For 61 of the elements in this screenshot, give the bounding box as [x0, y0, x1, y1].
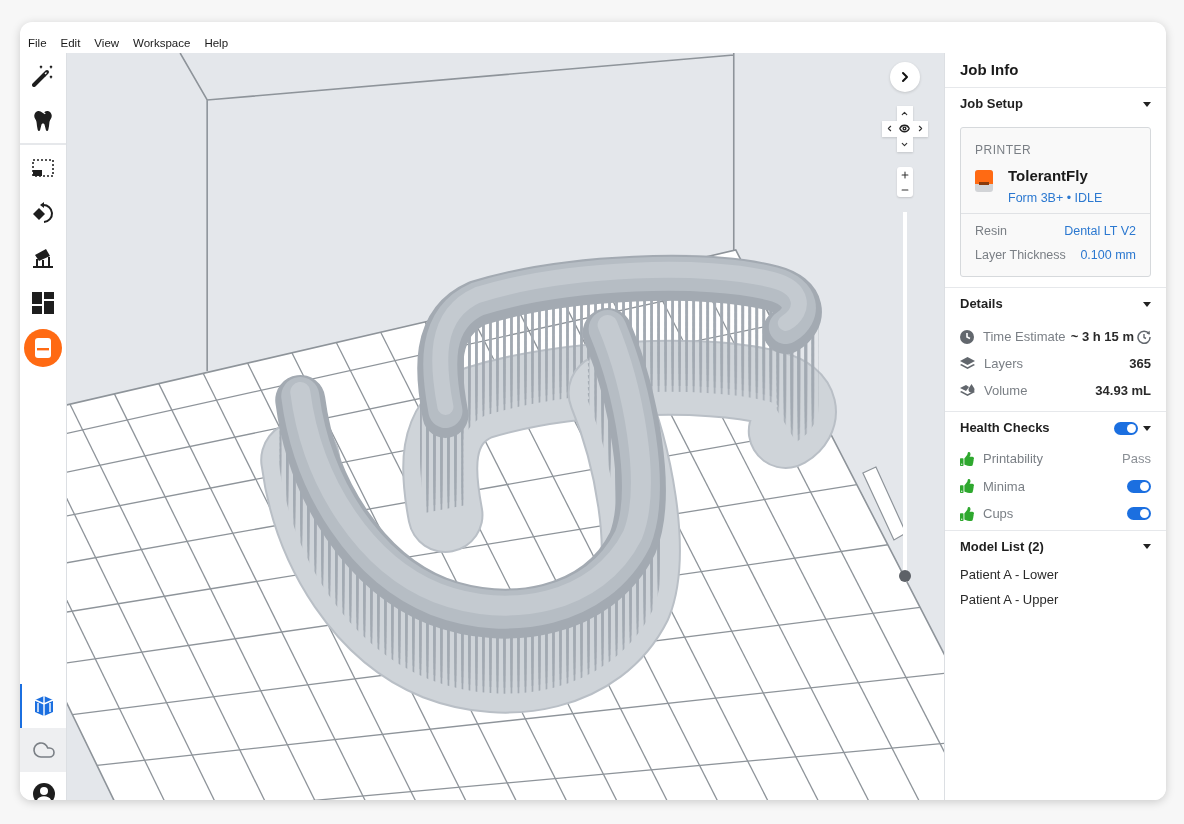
- printer-job-icon: [35, 337, 51, 358]
- chevron-right-icon[interactable]: [916, 124, 925, 133]
- section-title: Job Setup: [960, 95, 1023, 114]
- tooth-icon: [33, 110, 53, 131]
- layout-grid-icon: [32, 291, 54, 314]
- layers-icon: [960, 356, 975, 371]
- setting-label: Resin: [975, 222, 1007, 240]
- printer-label: PRINTER: [975, 142, 1033, 158]
- magic-wand-icon: [32, 64, 54, 87]
- thumbs-up-icon: [960, 451, 974, 466]
- detail-value: 365: [1129, 354, 1151, 373]
- check-label: Cups: [983, 505, 1014, 523]
- orient-rotate-icon: [32, 201, 54, 224]
- detail-value: 34.93 mL: [1095, 381, 1151, 400]
- section-title: Health Checks: [960, 419, 1050, 438]
- detail-label: Layers: [984, 354, 1024, 373]
- eye-icon[interactable]: [899, 123, 910, 134]
- setting-label: Layer Thickness: [975, 246, 1066, 264]
- detail-label: Time Estimate: [983, 327, 1066, 346]
- thumbs-up-icon: [960, 506, 974, 521]
- toggle-switch[interactable]: [1127, 507, 1151, 521]
- toggle-switch[interactable]: [1114, 421, 1138, 435]
- check-label: Minima: [983, 477, 1025, 496]
- printer-name: TolerantFly: [1008, 166, 1089, 186]
- build-volume-cube-icon: [34, 695, 54, 717]
- caret-down-icon[interactable]: [1143, 301, 1151, 307]
- clock-icon: [960, 329, 974, 344]
- chevron-down-icon[interactable]: [900, 140, 909, 149]
- section-title: Model List (2): [960, 537, 1044, 556]
- supports-icon: [32, 247, 54, 268]
- model-list-item[interactable]: Patient A - Lower: [945, 562, 1166, 588]
- printer-icon: [975, 170, 993, 192]
- account-avatar-icon: [33, 783, 55, 800]
- menu-item[interactable]: Workspace: [133, 35, 191, 51]
- menu-item[interactable]: View: [94, 35, 120, 51]
- setting-value-link[interactable]: 0.100 mm: [1080, 245, 1136, 265]
- section-title: Details: [960, 295, 1003, 314]
- zoom-control[interactable]: [897, 167, 913, 197]
- thumbs-up-icon: [960, 479, 974, 494]
- printer-model-status-link[interactable]: Form 3B+ • IDLE: [1008, 189, 1103, 207]
- detail-label: Volume: [984, 381, 1028, 400]
- expand-panel-button[interactable]: [890, 62, 920, 92]
- caret-down-icon[interactable]: [1143, 101, 1151, 107]
- chevron-left-icon[interactable]: [885, 124, 894, 133]
- caret-down-icon[interactable]: [1143, 425, 1151, 431]
- menu-item[interactable]: Help: [204, 35, 229, 51]
- zoom-in-icon[interactable]: [900, 169, 910, 180]
- menu-item[interactable]: File: [28, 35, 47, 51]
- selection-box-icon: [32, 158, 54, 177]
- caret-down-icon[interactable]: [1143, 544, 1151, 549]
- refresh-clock-icon[interactable]: [1137, 329, 1151, 344]
- panel-title: Job Info: [960, 59, 1019, 80]
- model-list-item[interactable]: Patient A - Upper: [945, 587, 1166, 613]
- chevron-up-icon[interactable]: [900, 109, 909, 118]
- setting-value-link[interactable]: Dental LT V2: [1064, 221, 1136, 241]
- volume-layers-drop-icon: [960, 383, 975, 398]
- check-label: Printability: [983, 450, 1043, 468]
- check-status: Pass: [1122, 450, 1151, 468]
- detail-value: ~ 3 h 15 m: [1070, 327, 1134, 346]
- toggle-switch[interactable]: [1127, 479, 1151, 493]
- menu-item[interactable]: Edit: [60, 35, 81, 51]
